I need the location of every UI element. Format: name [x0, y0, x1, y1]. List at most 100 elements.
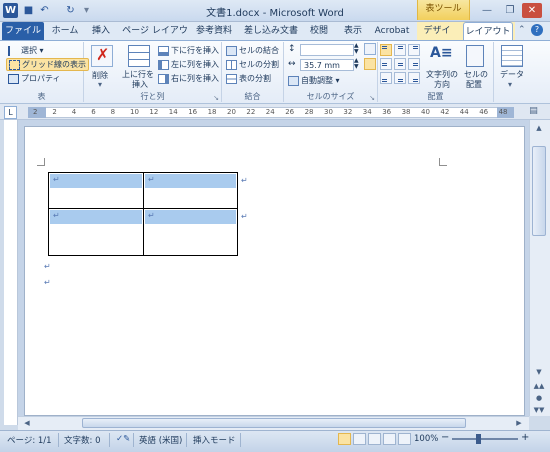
scroll-left-icon[interactable]: ◀: [20, 417, 34, 429]
align-cell-button[interactable]: [408, 72, 420, 84]
insert-below-label: 下に行を挿入: [171, 46, 219, 55]
status-word-count[interactable]: 文字数: 0: [64, 434, 100, 446]
rows-columns-launcher-icon[interactable]: ↘: [213, 94, 219, 102]
group-table: 選択 ▾ グリッド線の表示 プロパティ 表: [0, 42, 89, 102]
insert-right-icon: [158, 73, 169, 84]
ruler-tick-label: 32: [343, 108, 353, 116]
align-cell-button[interactable]: [408, 58, 420, 70]
zoom-out-button[interactable]: −: [441, 432, 449, 443]
show-gridlines-button[interactable]: グリッド線の表示: [6, 58, 89, 71]
ruler-tick-label: 2: [52, 108, 57, 116]
maximize-icon[interactable]: ❐: [500, 3, 520, 18]
zoom-level[interactable]: 100%: [414, 434, 438, 444]
ruler-tick-label: 20: [227, 108, 236, 116]
status-separator: [186, 433, 187, 447]
status-page[interactable]: ページ: 1/1: [7, 434, 52, 446]
ruler-tick-label: 4: [71, 108, 77, 116]
vertical-scroll-thumb[interactable]: [532, 146, 546, 236]
insert-right-label: 右に列を挿入: [171, 74, 219, 83]
view-ruler-icon[interactable]: ▤: [527, 106, 540, 119]
insert-below-button[interactable]: 下に行を挿入: [158, 45, 219, 56]
ribbon-collapse-icon[interactable]: ⌃: [518, 25, 526, 35]
group-cell-size: ↕ ▲ ▼ ↔ 35.7 mm ▲ ▼ 自動調整 ▾ セルのサイズ ↘: [284, 42, 378, 102]
align-lines-icon: [398, 79, 403, 82]
text-direction-label-2: 方向: [434, 80, 450, 89]
status-separator: [58, 433, 59, 447]
horizontal-scroll-thumb[interactable]: [82, 418, 466, 428]
status-insert-mode[interactable]: 挿入モード: [193, 434, 236, 446]
status-language[interactable]: 英語 (米国): [139, 434, 182, 446]
data-button[interactable]: データ: [500, 69, 524, 80]
select-button[interactable]: 選択 ▾: [8, 45, 44, 56]
insert-left-icon: [158, 59, 169, 70]
column-width-spinner[interactable]: ▲ ▼: [354, 58, 359, 70]
close-icon[interactable]: ✕: [522, 3, 542, 18]
full-screen-view-icon[interactable]: [353, 433, 366, 445]
ruler-tick-label: 16: [188, 108, 198, 116]
minimize-icon[interactable]: —: [477, 3, 497, 18]
insert-right-button[interactable]: 右に列を挿入: [158, 73, 219, 84]
align-cell-button[interactable]: [408, 44, 420, 56]
tab-view[interactable]: 表示: [340, 22, 366, 40]
scroll-right-icon[interactable]: ▶: [512, 417, 526, 429]
delete-dropdown-icon[interactable]: ▾: [98, 80, 102, 89]
column-width-input[interactable]: 35.7 mm: [300, 59, 354, 71]
insert-left-button[interactable]: 左に列を挿入: [158, 59, 219, 70]
scroll-up-icon[interactable]: ▲: [532, 122, 546, 134]
zoom-in-button[interactable]: +: [521, 432, 529, 443]
tab-design[interactable]: デザイン: [420, 22, 454, 54]
split-table-button[interactable]: 表の分割: [226, 73, 271, 84]
zoom-slider-thumb[interactable]: [476, 434, 481, 444]
tab-review[interactable]: 校閲: [306, 22, 332, 40]
row-height-input[interactable]: [300, 44, 354, 56]
next-page-icon[interactable]: ▼▼: [532, 404, 546, 416]
print-layout-view-icon[interactable]: [338, 433, 351, 445]
align-cell-button[interactable]: [380, 72, 392, 84]
ruler-tick-label: 42: [440, 108, 450, 116]
tab-home[interactable]: ホーム: [50, 22, 80, 40]
proofing-icon[interactable]: ✓✎: [116, 434, 130, 444]
group-label-rows-columns: 行と列: [140, 92, 165, 101]
merge-cells-icon: [226, 45, 237, 56]
ruler-tick-label: 18: [207, 108, 217, 116]
web-layout-view-icon[interactable]: [368, 433, 381, 445]
gridlines-label: グリッド線の表示: [22, 60, 86, 69]
distribute-rows-icon[interactable]: [364, 43, 376, 55]
scroll-down-icon[interactable]: ▼: [532, 366, 546, 378]
browse-object-icon[interactable]: ●: [532, 392, 546, 404]
draft-view-icon[interactable]: [398, 433, 411, 445]
group-label-merge: 結合: [244, 92, 261, 101]
tab-page-layout[interactable]: ページ レイアウト: [122, 22, 188, 54]
properties-button[interactable]: プロパティ: [8, 73, 61, 84]
distribute-columns-icon[interactable]: [364, 58, 376, 70]
ruler-tick-label: 40: [421, 108, 430, 116]
split-cells-label: セルの分割: [239, 60, 279, 69]
previous-page-icon[interactable]: ▲▲: [532, 380, 546, 392]
tab-mailings[interactable]: 差し込み文書: [243, 22, 299, 40]
align-cell-button[interactable]: [380, 58, 392, 70]
merge-cells-button[interactable]: セルの結合: [226, 45, 279, 56]
group-label-alignment: 配置: [427, 92, 444, 101]
outline-view-icon[interactable]: [383, 433, 396, 445]
table-tools-context-label: 表ツール: [417, 0, 470, 20]
cell-size-launcher-icon[interactable]: ↘: [369, 94, 375, 102]
align-cell-button[interactable]: [394, 72, 406, 84]
zoom-slider[interactable]: [452, 438, 518, 440]
align-cell-button[interactable]: [394, 44, 406, 56]
tab-selector-icon[interactable]: L: [4, 106, 17, 119]
data-dropdown-icon[interactable]: ▾: [508, 80, 512, 89]
align-cell-button[interactable]: [380, 44, 392, 56]
tab-insert[interactable]: 挿入: [88, 22, 114, 40]
tab-acrobat[interactable]: Acrobat: [372, 22, 412, 40]
document-page[interactable]: [24, 126, 525, 416]
autofit-button[interactable]: 自動調整 ▾: [288, 75, 340, 86]
align-cell-button[interactable]: [394, 58, 406, 70]
data-icon: [501, 45, 523, 67]
row-height-spinner[interactable]: ▲ ▼: [354, 43, 359, 55]
tab-references[interactable]: 参考資料: [194, 22, 234, 40]
status-separator: [109, 433, 110, 447]
tab-file[interactable]: ファイル: [2, 22, 44, 40]
tab-layout[interactable]: レイアウト: [463, 22, 513, 41]
split-cells-button[interactable]: セルの分割: [226, 59, 279, 70]
help-icon[interactable]: ?: [531, 24, 543, 36]
